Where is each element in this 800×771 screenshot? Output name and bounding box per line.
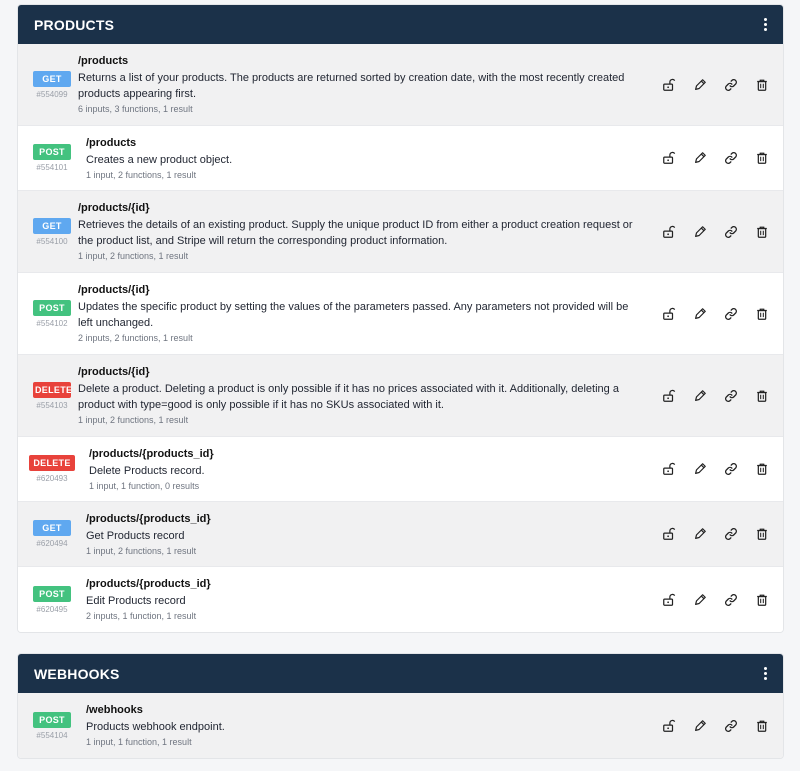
endpoint-id: #554102	[36, 318, 68, 328]
endpoint-meta: 6 inputs, 3 functions, 1 result	[78, 104, 193, 114]
pencil-icon[interactable]	[692, 592, 707, 607]
endpoint-id: #554099	[36, 89, 68, 99]
link-icon[interactable]	[723, 77, 738, 92]
trash-icon[interactable]	[754, 527, 769, 542]
endpoint-row[interactable]: POST #554104 /webhooks Products webhook …	[18, 693, 783, 758]
lock-icon[interactable]	[661, 306, 676, 321]
lock-icon[interactable]	[661, 462, 676, 477]
pencil-icon[interactable]	[692, 151, 707, 166]
method-badge: GET	[33, 217, 71, 234]
link-icon[interactable]	[723, 388, 738, 403]
method-badge: POST	[33, 299, 71, 316]
lock-icon[interactable]	[661, 592, 676, 607]
link-icon[interactable]	[723, 527, 738, 542]
link-icon[interactable]	[723, 718, 738, 733]
pencil-icon[interactable]	[692, 718, 707, 733]
method-badge: DELETE	[33, 381, 71, 398]
endpoint-description: Get Products record	[86, 529, 185, 542]
section-header: WEBHOOKS	[18, 654, 783, 693]
endpoint-meta: 1 input, 2 functions, 1 result	[86, 545, 197, 556]
webhooks-section: WEBHOOKS POST #554104 /webhooks Products…	[17, 653, 784, 759]
section-header: PRODUCTS	[18, 5, 783, 44]
pencil-icon[interactable]	[692, 462, 707, 477]
link-icon[interactable]	[723, 151, 738, 166]
endpoint-path: /products/{products_id}	[86, 578, 211, 590]
endpoint-id: #620493	[36, 474, 68, 483]
endpoint-description: Edit Products record	[86, 595, 186, 607]
method-badge: POST	[33, 711, 71, 728]
method-badge: POST	[33, 144, 71, 160]
endpoint-id: #554103	[36, 400, 68, 410]
trash-icon[interactable]	[754, 224, 769, 239]
endpoint-meta: 1 input, 1 function, 1 result	[86, 737, 192, 747]
trash-icon[interactable]	[754, 388, 769, 403]
endpoint-path: /products	[78, 55, 129, 67]
link-icon[interactable]	[723, 462, 738, 477]
trash-icon[interactable]	[754, 462, 769, 477]
pencil-icon[interactable]	[692, 77, 707, 92]
trash-icon[interactable]	[754, 306, 769, 321]
endpoint-id: #554104	[36, 730, 68, 740]
endpoint-description: Retrieves the details of an existing pro…	[78, 219, 633, 247]
endpoint-row[interactable]: GET #620494 /products/{products_id} Get …	[18, 502, 783, 567]
products-section: PRODUCTS GET #554099 /products Returns a…	[17, 4, 784, 633]
endpoint-meta: 1 input, 2 functions, 1 result	[78, 415, 189, 425]
method-badge: GET	[33, 520, 71, 536]
endpoint-path: /products/{id}	[78, 366, 150, 378]
lock-icon[interactable]	[661, 718, 676, 733]
method-badge: POST	[33, 585, 71, 602]
endpoint-row[interactable]: GET #554099 /products Returns a list of …	[18, 44, 783, 126]
endpoint-id: #554100	[36, 236, 68, 246]
endpoint-row[interactable]: POST #554102 /products/{id} Updates the …	[18, 273, 783, 355]
section-title: PRODUCTS	[34, 16, 115, 33]
trash-icon[interactable]	[754, 151, 769, 166]
link-icon[interactable]	[723, 306, 738, 321]
endpoint-id: #620494	[36, 539, 68, 548]
lock-icon[interactable]	[661, 224, 676, 239]
section-title: WEBHOOKS	[34, 665, 120, 682]
pencil-icon[interactable]	[692, 306, 707, 321]
link-icon[interactable]	[723, 592, 738, 607]
endpoint-description: Delete Products record.	[89, 464, 205, 477]
endpoint-path: /products	[86, 136, 137, 149]
endpoint-description: Updates the specific product by setting …	[78, 301, 629, 329]
endpoint-id: #554101	[36, 163, 68, 172]
endpoint-path: /products/{id}	[78, 202, 150, 214]
endpoint-description: Delete a product. Deleting a product is …	[78, 383, 619, 411]
endpoint-row[interactable]: GET #554100 /products/{id} Retrieves the…	[18, 191, 783, 273]
endpoint-row[interactable]: POST #620495 /products/{products_id} Edi…	[18, 567, 783, 632]
endpoint-row[interactable]: DELETE #620493 /products/{products_id} D…	[18, 437, 783, 502]
endpoint-path: /products/{id}	[78, 284, 150, 296]
pencil-icon[interactable]	[692, 224, 707, 239]
endpoint-meta: 1 input, 1 function, 0 results	[89, 480, 200, 491]
endpoint-id: #620495	[36, 604, 68, 614]
pencil-icon[interactable]	[692, 527, 707, 542]
more-options-icon[interactable]	[759, 667, 771, 681]
method-badge: GET	[33, 70, 71, 87]
endpoint-meta: 2 inputs, 1 function, 1 result	[86, 611, 197, 621]
endpoint-meta: 1 input, 2 functions, 1 result	[78, 251, 189, 261]
lock-icon[interactable]	[661, 527, 676, 542]
lock-icon[interactable]	[661, 77, 676, 92]
trash-icon[interactable]	[754, 77, 769, 92]
method-badge: DELETE	[29, 455, 75, 471]
endpoint-meta: 2 inputs, 2 functions, 1 result	[78, 333, 193, 343]
endpoint-path: /products/{products_id}	[86, 512, 211, 525]
endpoint-description: Products webhook endpoint.	[86, 721, 225, 733]
link-icon[interactable]	[723, 224, 738, 239]
endpoint-path: /webhooks	[86, 704, 143, 716]
endpoint-path: /products/{products_id}	[89, 447, 214, 460]
endpoint-description: Creates a new product object.	[86, 153, 233, 166]
endpoint-row[interactable]: DELETE #554103 /products/{id} Delete a p…	[18, 355, 783, 437]
lock-icon[interactable]	[661, 388, 676, 403]
pencil-icon[interactable]	[692, 388, 707, 403]
trash-icon[interactable]	[754, 718, 769, 733]
endpoint-row[interactable]: POST #554101 /products Creates a new pro…	[18, 126, 783, 191]
lock-icon[interactable]	[661, 151, 676, 166]
endpoint-description: Returns a list of your products. The pro…	[78, 72, 625, 100]
more-options-icon[interactable]	[759, 18, 771, 32]
trash-icon[interactable]	[754, 592, 769, 607]
endpoint-meta: 1 input, 2 functions, 1 result	[86, 169, 197, 180]
